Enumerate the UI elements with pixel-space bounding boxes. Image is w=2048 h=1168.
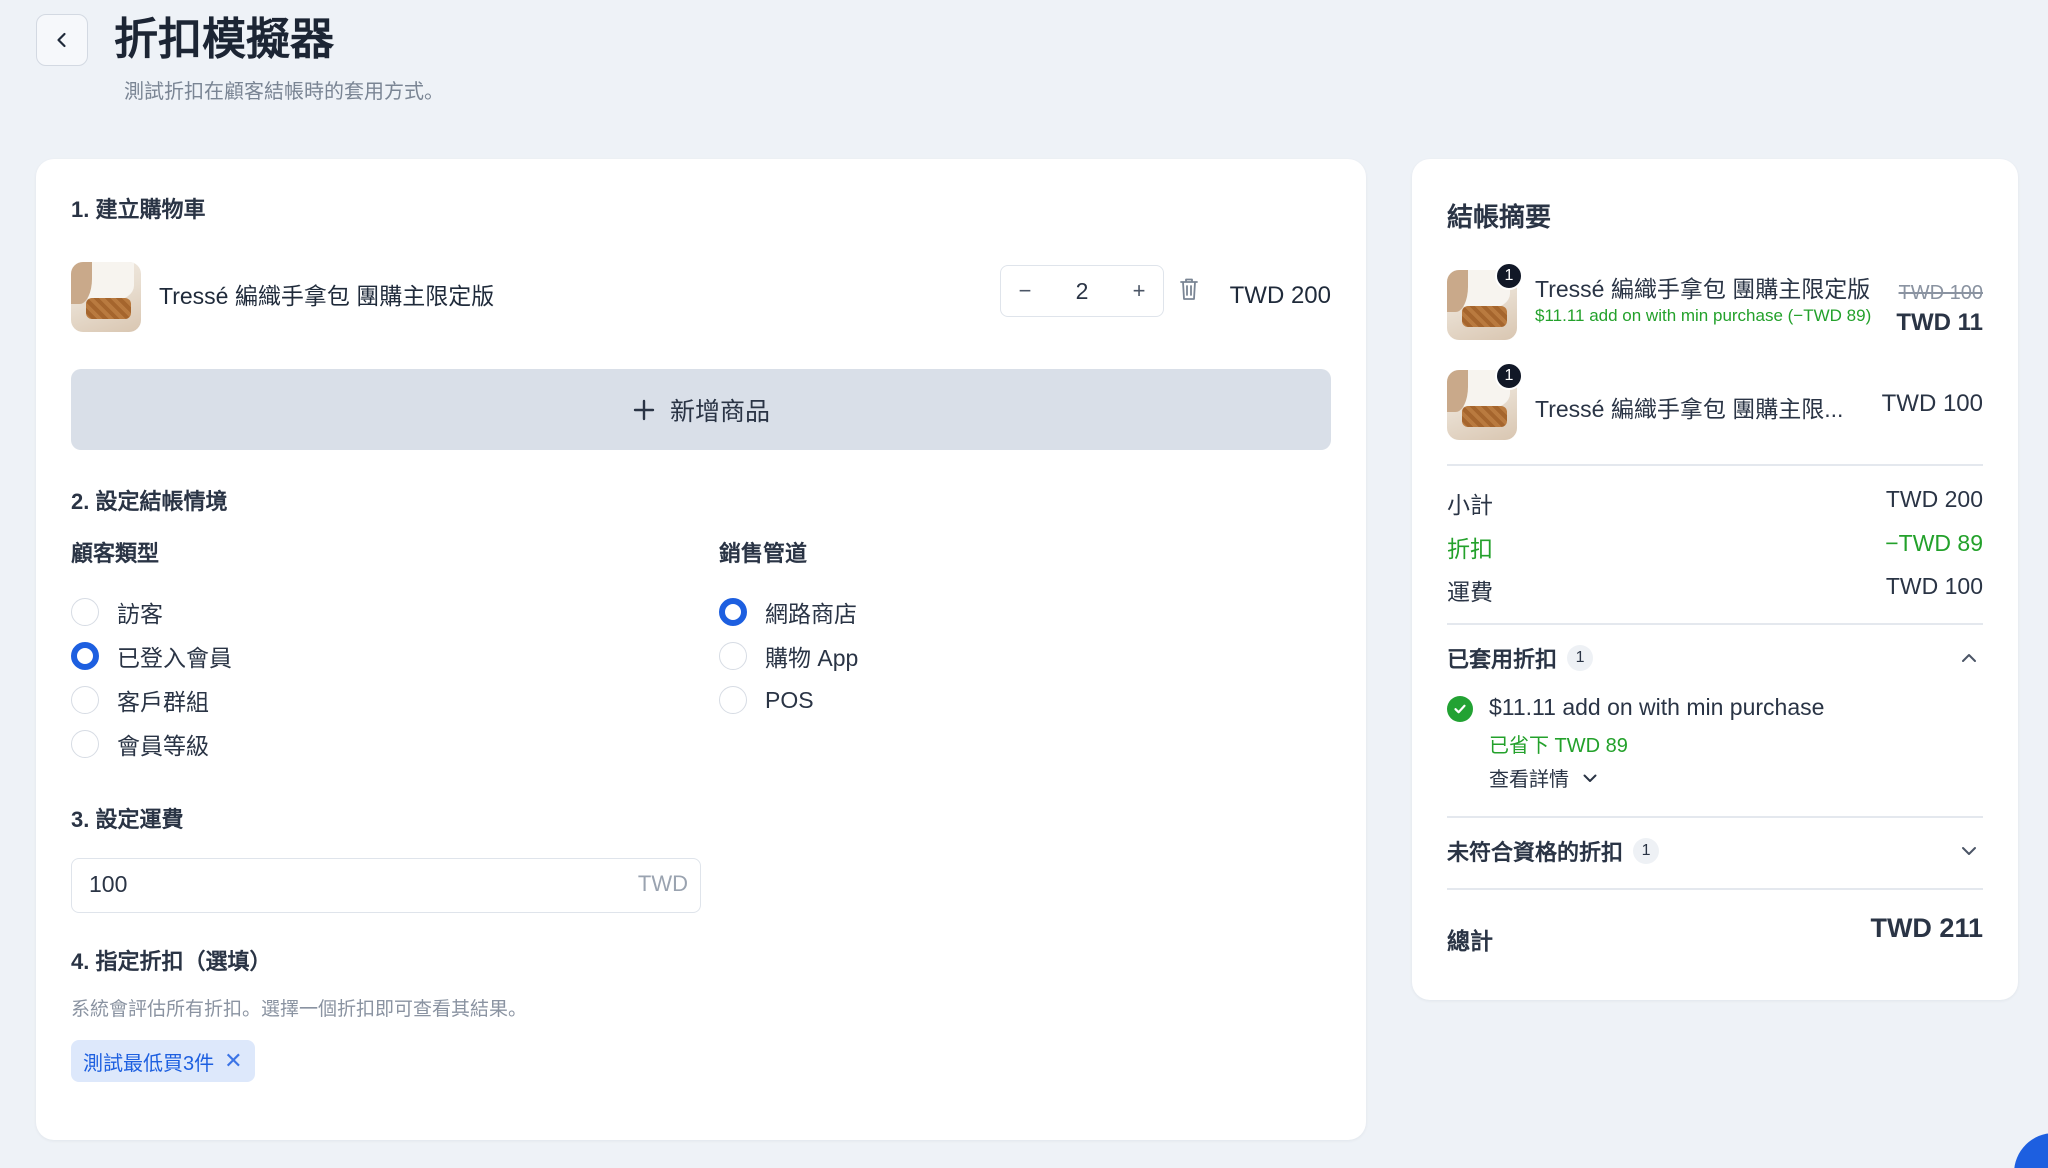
radio-channel-pos[interactable]: POS <box>719 684 814 716</box>
radio-label: 網路商店 <box>765 601 857 627</box>
applied-discount-name: $11.11 add on with min purchase <box>1489 694 1825 720</box>
quantity-increase-button[interactable]: + <box>1115 266 1163 316</box>
cart-item-name: Tressé 編織手拿包 團購主限定版 <box>159 283 495 309</box>
radio-circle-selected[interactable] <box>71 642 99 670</box>
subtotal-label: 小計 <box>1447 492 1493 518</box>
selected-discount-chip[interactable]: 測試最低買3件 ✕ <box>71 1040 255 1082</box>
simulator-card: 1. 建立購物車 Tressé 編織手拿包 團購主限定版 − 2 + TWD 2… <box>36 159 1366 1140</box>
page-subtitle: 測試折扣在顧客結帳時的套用方式。 <box>124 81 444 103</box>
view-details-label: 查看詳情 <box>1489 769 1569 791</box>
summary-title: 結帳摘要 <box>1447 202 1552 232</box>
total-label: 總計 <box>1447 928 1493 954</box>
check-circle-icon <box>1447 696 1473 722</box>
checkout-summary-card: 結帳摘要 1 Tressé 編織手拿包 團購主限定版 $11.11 add on… <box>1412 159 2018 1000</box>
discount-section-title: 4. 指定折扣（選填） <box>71 949 272 974</box>
applied-discount-saved: 已省下 TWD 89 <box>1489 735 1628 757</box>
summary-line-item: 1 Tressé 編織手拿包 團購主限... TWD 100 <box>1447 362 1983 440</box>
plus-icon <box>633 399 655 420</box>
radio-channel-online-store[interactable]: 網路商店 <box>719 596 857 628</box>
radio-label: 會員等級 <box>117 733 209 759</box>
add-product-button[interactable]: 新增商品 <box>71 369 1331 450</box>
ineligible-discounts-title: 未符合資格的折扣 <box>1447 840 1624 865</box>
divider <box>1447 888 1983 890</box>
discount-hint: 系統會評估所有折扣。選擇一個折扣即可查看其結果。 <box>71 999 528 1020</box>
chevron-down-icon[interactable] <box>1959 841 1979 861</box>
discount-row: 折扣 −TWD 89 <box>1447 530 1983 564</box>
product-thumbnail <box>71 262 141 332</box>
radio-customer-tier[interactable]: 會員等級 <box>71 728 209 760</box>
shipping-row: 運費 TWD 100 <box>1447 573 1983 607</box>
radio-label: 購物 App <box>765 645 859 671</box>
cart-section-title: 1. 建立購物車 <box>71 197 206 222</box>
back-button[interactable] <box>36 14 88 66</box>
summary-item-price: TWD 100 <box>1881 390 1983 417</box>
ineligible-count-badge: 1 <box>1633 838 1660 864</box>
shipping-value: TWD 100 <box>1885 573 1983 599</box>
shipping-fee-value[interactable]: 100 <box>89 871 127 898</box>
quantity-badge: 1 <box>1495 362 1523 390</box>
add-product-label: 新增商品 <box>669 397 770 426</box>
quantity-value[interactable]: 2 <box>1049 278 1115 305</box>
cart-item-price: TWD 200 <box>1229 282 1331 309</box>
summary-item-discount: $11.11 add on with min purchase (−TWD 89… <box>1535 306 1872 325</box>
channel-label: 銷售管道 <box>719 541 808 566</box>
chevron-down-icon <box>1583 774 1597 782</box>
chevron-up-icon[interactable] <box>1959 648 1979 668</box>
total-value: TWD 211 <box>1870 913 1983 943</box>
radio-customer-member[interactable]: 已登入會員 <box>71 640 232 672</box>
chip-label: 測試最低買3件 <box>83 1052 215 1075</box>
applied-count-badge: 1 <box>1567 645 1594 671</box>
radio-circle[interactable] <box>71 598 99 626</box>
radio-circle[interactable] <box>71 686 99 714</box>
applied-discounts-title: 已套用折扣 <box>1447 647 1558 672</box>
radio-circle[interactable] <box>719 642 747 670</box>
page-header: 折扣模擬器 測試折扣在顧客結帳時的套用方式。 <box>36 12 936 122</box>
radio-label: 已登入會員 <box>117 645 232 671</box>
radio-circle-selected[interactable] <box>719 598 747 626</box>
radio-channel-app[interactable]: 購物 App <box>719 640 858 672</box>
divider <box>1447 816 1983 818</box>
radio-label: 客戶群組 <box>117 689 209 715</box>
trash-icon[interactable] <box>1177 276 1201 307</box>
customer-type-label: 顧客類型 <box>71 541 160 566</box>
radio-label: POS <box>765 686 814 713</box>
scenario-section-title: 2. 設定結帳情境 <box>71 489 228 514</box>
subtotal-row: 小計 TWD 200 <box>1447 486 1983 520</box>
quantity-decrease-button[interactable]: − <box>1001 266 1049 316</box>
close-icon[interactable]: ✕ <box>224 1048 242 1074</box>
floating-action-button[interactable] <box>2014 1133 2048 1168</box>
discounted-price: TWD 11 <box>1896 309 1983 336</box>
radio-circle[interactable] <box>71 730 99 758</box>
discount-label: 折扣 <box>1447 536 1493 562</box>
view-details-button[interactable]: 查看詳情 <box>1489 763 1599 792</box>
page-title: 折扣模擬器 <box>114 15 334 64</box>
ineligible-discounts-toggle[interactable]: 未符合資格的折扣 1 <box>1447 835 1983 869</box>
subtotal-value: TWD 200 <box>1885 486 1983 512</box>
radio-customer-group[interactable]: 客戶群組 <box>71 684 209 716</box>
quantity-badge: 1 <box>1495 262 1523 290</box>
cart-item-row: Tressé 編織手拿包 團購主限定版 − 2 + TWD 200 <box>71 262 1331 332</box>
divider <box>1447 464 1983 466</box>
radio-circle[interactable] <box>719 686 747 714</box>
summary-item-name: Tressé 編織手拿包 團購主限... <box>1535 396 1844 422</box>
summary-line-item: 1 Tressé 編織手拿包 團購主限定版 $11.11 add on with… <box>1447 262 1983 350</box>
divider <box>1447 623 1983 625</box>
summary-item-name: Tressé 編織手拿包 團購主限定版 <box>1535 276 1871 302</box>
shipping-fee-unit: TWD <box>637 871 688 896</box>
radio-customer-guest[interactable]: 訪客 <box>71 596 163 628</box>
radio-label: 訪客 <box>117 601 163 627</box>
shipping-section-title: 3. 設定運費 <box>71 807 184 832</box>
original-price: TWD 100 <box>1898 282 1983 304</box>
quantity-stepper[interactable]: − 2 + <box>1000 265 1164 317</box>
chevron-left-icon <box>57 32 66 48</box>
applied-discounts-toggle[interactable]: 已套用折扣 1 <box>1447 642 1983 676</box>
discount-value: −TWD 89 <box>1885 530 1983 556</box>
shipping-fee-input[interactable]: 100 TWD <box>71 858 701 913</box>
shipping-label: 運費 <box>1447 579 1493 605</box>
